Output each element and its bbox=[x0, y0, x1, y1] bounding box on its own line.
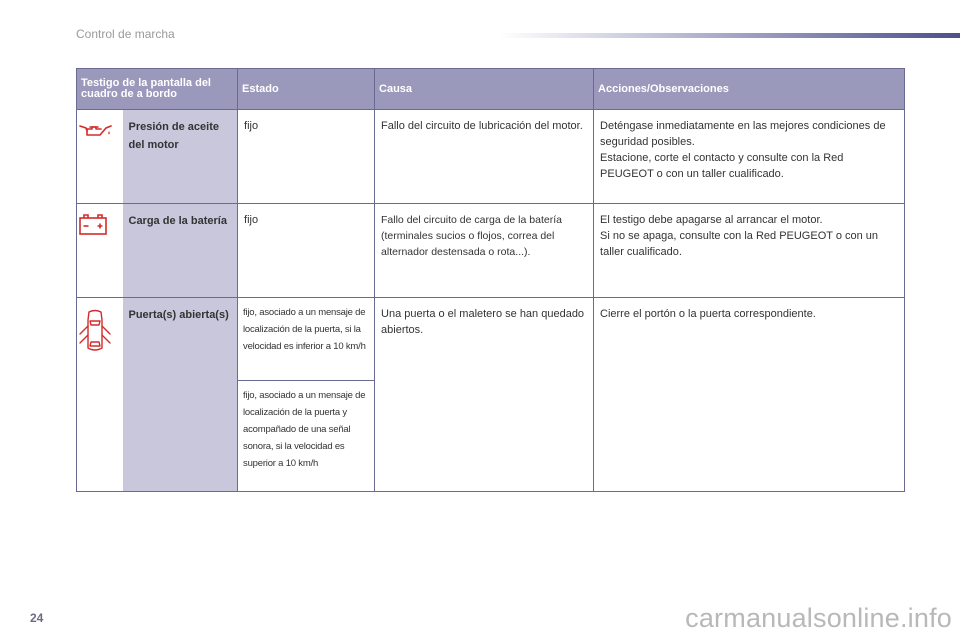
acciones-doors: Cierre el portón o la puerta correspondi… bbox=[593, 297, 906, 492]
column-header-warning-light: Testigo de la pantalla del cuadro de a b… bbox=[75, 68, 239, 110]
warning-name-battery: Carga de la batería bbox=[122, 203, 239, 298]
battery-icon bbox=[78, 214, 108, 239]
column-header-estado: Estado bbox=[237, 68, 376, 110]
car-doors-open-icon bbox=[78, 309, 112, 357]
table-row: Puerta(s) abierta(s) fijo, asociado a un… bbox=[76, 297, 906, 492]
accion-line: Cierre el portón o la puerta correspondi… bbox=[600, 308, 816, 320]
column-header-acciones: Acciones/Observaciones bbox=[593, 68, 906, 110]
table-header-row: Testigo de la pantalla del cuadro de a b… bbox=[75, 68, 906, 110]
column-header-causa: Causa bbox=[374, 68, 595, 110]
causa-battery: Fallo del circuito de carga de la baterí… bbox=[374, 203, 595, 298]
watermark: carmanualsonline.info bbox=[685, 603, 952, 633]
acciones-oil: Deténgase inmediatamente en las mejores … bbox=[593, 109, 906, 204]
accion-line: Deténgase inmediatamente en las mejores … bbox=[600, 120, 886, 148]
accion-line: El testigo debe apagarse al arrancar el … bbox=[600, 214, 823, 226]
warning-name-doors: Puerta(s) abierta(s) bbox=[122, 297, 239, 492]
warning-lights-table: Testigo de la pantalla del cuadro de a b… bbox=[75, 68, 906, 492]
header-accent-bar bbox=[500, 33, 960, 38]
page-number: 24 bbox=[30, 611, 44, 625]
estado-doors-fast: fijo, asociado a un mensaje de localizac… bbox=[237, 380, 376, 492]
estado-doors-slow: fijo, asociado a un mensaje de localizac… bbox=[237, 297, 376, 381]
accion-line: Estacione, corte el contacto y consulte … bbox=[600, 152, 844, 180]
section-title: Control de marcha bbox=[76, 27, 175, 41]
warning-name-oil: Presión de aceite del motor bbox=[122, 109, 239, 204]
battery-icon-cell bbox=[76, 203, 123, 298]
table-row: Presión de aceite del motor fijo Fallo d… bbox=[76, 109, 906, 204]
causa-oil: Fallo del circuito de lubricación del mo… bbox=[374, 109, 595, 204]
accion-line: Si no se apaga, consulte con la Red PEUG… bbox=[600, 230, 879, 258]
doors-icon-cell bbox=[76, 297, 123, 492]
estado-battery: fijo bbox=[237, 203, 376, 298]
oil-icon-cell bbox=[76, 109, 123, 204]
estado-oil: fijo bbox=[237, 109, 376, 204]
causa-doors: Una puerta o el maletero se han quedado … bbox=[374, 297, 595, 492]
oil-can-icon bbox=[78, 125, 112, 143]
acciones-battery: El testigo debe apagarse al arrancar el … bbox=[593, 203, 906, 298]
table-row: Carga de la batería fijo Fallo del circu… bbox=[76, 203, 906, 298]
